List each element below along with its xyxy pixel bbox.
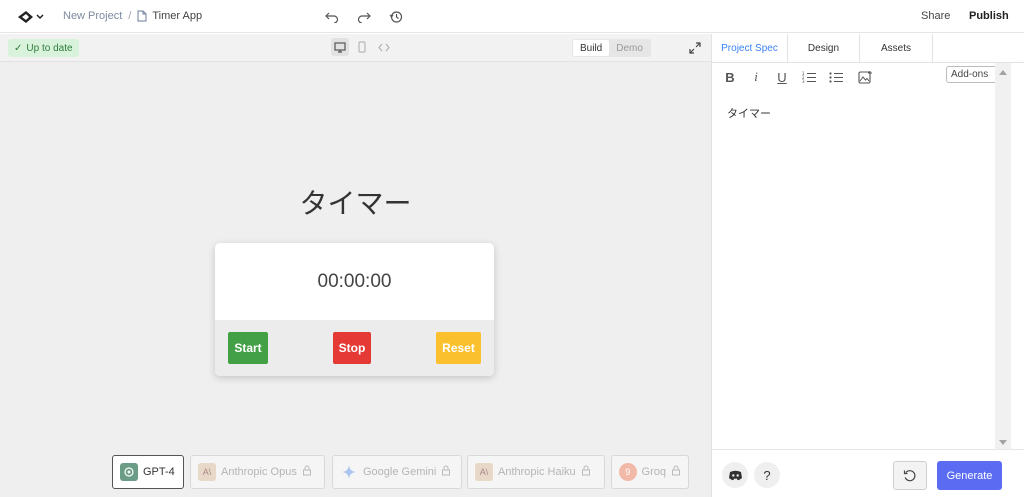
svg-text:3: 3 [802, 79, 805, 83]
breadcrumb-file[interactable]: Timer App [137, 10, 202, 22]
model-label: Google Gemini [363, 466, 437, 478]
undo-icon[interactable] [324, 9, 340, 25]
reset-icon [903, 469, 916, 481]
model-label: GPT-4 [143, 466, 175, 478]
device-switcher [331, 38, 393, 56]
status-text: Up to date [26, 42, 73, 54]
breadcrumb-separator: / [128, 10, 132, 22]
panel-tabs: Project Spec Design Assets [712, 34, 1024, 63]
bullet-list-icon[interactable] [828, 69, 844, 85]
anthropic-icon: A\ [475, 463, 493, 481]
panel-footer: ? Generate [712, 449, 1024, 497]
app-title: タイマー [299, 187, 412, 220]
spec-editor[interactable]: タイマー [727, 105, 771, 121]
lock-icon [302, 465, 312, 479]
tab-project-spec[interactable]: Project Spec [712, 34, 788, 63]
model-label: Anthropic Opus [221, 466, 297, 478]
model-groq-button[interactable]: 9 Groq [611, 455, 689, 489]
app-logo-menu[interactable] [17, 9, 45, 25]
file-icon [137, 10, 147, 22]
groq-icon: 9 [619, 463, 637, 481]
breadcrumb: New Project / Timer App [63, 10, 202, 22]
share-button[interactable]: Share [921, 10, 950, 22]
help-button[interactable]: ? [754, 462, 780, 488]
timer-controls: Start Stop Reset [215, 320, 494, 376]
redo-icon[interactable] [356, 9, 372, 25]
history-controls [324, 9, 404, 25]
lock-icon [671, 465, 681, 479]
mode-build-button[interactable]: Build [573, 40, 610, 56]
stop-button[interactable]: Stop [333, 332, 371, 364]
editor-scrollbar[interactable] [995, 63, 1011, 451]
timer-display: 00:00:00 [317, 270, 392, 292]
addons-label: Add-ons [951, 69, 989, 80]
model-anthropic-haiku-button[interactable]: A\ Anthropic Haiku [467, 455, 605, 489]
mode-demo-button[interactable]: Demo [609, 40, 650, 56]
history-icon[interactable] [388, 9, 404, 25]
italic-icon[interactable]: i [748, 69, 764, 85]
model-label: Groq [641, 466, 666, 478]
bold-icon[interactable]: B [722, 69, 738, 85]
preview-canvas: ✓ Up to date Build Demo タイマー 00:00:00 St… [0, 34, 711, 497]
lock-icon [441, 465, 451, 479]
reset-spec-button[interactable] [893, 461, 927, 490]
model-label: Anthropic Haiku [498, 466, 576, 478]
model-gpt4-button[interactable]: GPT-4 [112, 455, 184, 489]
top-bar: New Project / Timer App Share Publish [0, 0, 1024, 33]
anthropic-icon: A\ [198, 463, 216, 481]
gemini-icon [340, 463, 358, 481]
model-anthropic-opus-button[interactable]: A\ Anthropic Opus [190, 455, 325, 489]
scroll-up-icon[interactable] [999, 70, 1007, 75]
lock-icon [581, 465, 591, 479]
publish-button[interactable]: Publish [969, 10, 1009, 22]
start-button[interactable]: Start [228, 332, 268, 364]
generate-button[interactable]: Generate [937, 461, 1002, 490]
status-badge: ✓ Up to date [8, 39, 79, 57]
check-icon: ✓ [14, 42, 23, 54]
spec-panel: Project Spec Design Assets B i U 123 Add… [711, 34, 1024, 497]
ordered-list-icon[interactable]: 123 [801, 69, 817, 85]
code-icon[interactable] [375, 38, 393, 56]
tab-design[interactable]: Design [788, 34, 860, 63]
openai-icon [120, 463, 138, 481]
discord-icon[interactable] [722, 462, 748, 488]
image-icon[interactable] [857, 69, 873, 85]
mobile-icon[interactable] [353, 38, 371, 56]
tab-assets[interactable]: Assets [860, 34, 933, 63]
model-google-gemini-button[interactable]: Google Gemini [332, 455, 462, 489]
desktop-icon[interactable] [331, 38, 349, 56]
breadcrumb-project[interactable]: New Project [63, 10, 122, 22]
scroll-down-icon[interactable] [999, 440, 1007, 445]
underline-icon[interactable]: U [774, 69, 790, 85]
mode-toggle: Build Demo [572, 39, 651, 57]
model-selector: GPT-4 A\ Anthropic Opus Google Gemini A\… [0, 455, 711, 489]
file-name: Timer App [152, 10, 203, 22]
logo-icon [18, 11, 44, 23]
timer-card: 00:00:00 Start Stop Reset [215, 243, 494, 376]
reset-button[interactable]: Reset [436, 332, 481, 364]
canvas-toolbar: ✓ Up to date Build Demo [0, 34, 711, 62]
expand-icon[interactable] [687, 40, 703, 56]
